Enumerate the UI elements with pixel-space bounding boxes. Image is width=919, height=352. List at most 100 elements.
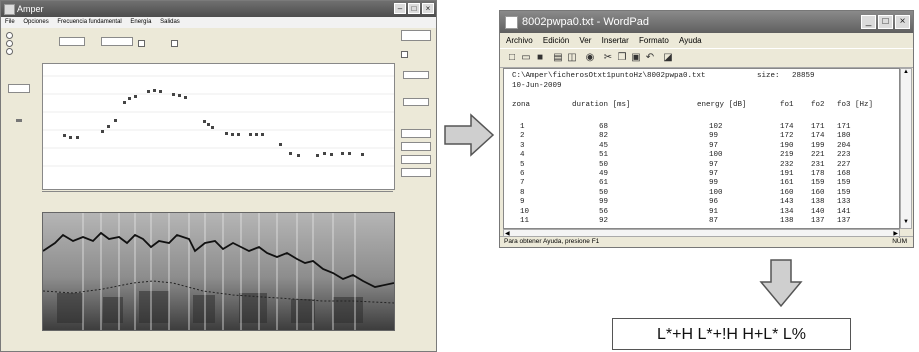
size-value: 28859 (792, 72, 815, 80)
wordpad-titlebar: 8002pwpa0.txt - WordPad _ □ × (500, 11, 913, 33)
vertical-scrollbar[interactable]: ▲ ▼ (900, 68, 912, 229)
table-cell: 174 (811, 132, 825, 141)
table-cell: 99 (599, 198, 609, 207)
amper-window: Amper – □ × File Opciones Frecuencia fun… (0, 0, 437, 352)
menu-ayuda[interactable]: Ayuda (679, 36, 702, 45)
table-cell: 4 (520, 151, 525, 160)
table-cell: 133 (837, 198, 851, 207)
radio-option[interactable] (6, 32, 13, 39)
menu-energia[interactable]: Energía (130, 19, 151, 25)
table-cell: 143 (780, 198, 794, 207)
document-area[interactable]: C:\Amper\ficherosOtxt1puntoHz\8002pwpa0.… (503, 68, 900, 229)
table-cell: 45 (599, 141, 609, 150)
open-folder-icon[interactable]: ▭ (520, 52, 532, 63)
readout-field (401, 142, 431, 151)
wordpad-menubar: Archivo Edición Ver Insertar Formato Ayu… (500, 33, 913, 48)
table-row: 11 92 87 138 137 137 (504, 217, 899, 227)
tone-transcription: L*+H L*+!H H+L* L% (612, 318, 851, 350)
table-cell: 1 (520, 123, 525, 131)
maximize-button[interactable]: □ (408, 3, 420, 14)
table-cell: 50 (599, 188, 609, 197)
close-button[interactable]: × (895, 15, 910, 29)
table-cell: 231 (811, 160, 825, 169)
file-path: C:\Amper\ficherosOtxt1puntoHz\8002pwpa0.… (512, 72, 706, 80)
print-preview-icon[interactable]: ◫ (566, 52, 578, 63)
table-cell: 7 (520, 179, 525, 188)
paste-icon[interactable]: ▣ (630, 52, 642, 63)
table-cell: 97 (709, 170, 719, 178)
table-cell: 160 (780, 188, 794, 197)
table-cell: 61 (599, 179, 609, 188)
table-cell: 102 (709, 123, 723, 131)
checkbox[interactable] (401, 51, 408, 58)
table-header: zona duration [ms] energy [dB] fo1 fo2 f… (504, 101, 899, 111)
print-icon[interactable]: ▤ (552, 52, 564, 63)
copy-icon[interactable]: ❐ (616, 52, 628, 63)
menu-opciones[interactable]: Opciones (23, 19, 48, 25)
amper-title: Amper (17, 4, 44, 14)
table-cell: 180 (837, 132, 851, 141)
table-cell: 96 (709, 198, 719, 207)
table-cell: 99 (709, 132, 719, 141)
readout-field (401, 155, 431, 164)
radio-option[interactable] (6, 40, 13, 47)
undo-icon[interactable]: ↶ (644, 52, 656, 63)
table-cell: 50 (599, 160, 609, 169)
readout-field (8, 84, 30, 93)
col-zona: zona (512, 101, 531, 109)
readout-field (401, 129, 431, 138)
menu-salidas[interactable]: Salidas (160, 19, 180, 25)
pitch-points (63, 89, 364, 157)
table-cell: 140 (811, 207, 825, 216)
table-cell: 204 (837, 141, 851, 150)
readout-field (401, 30, 431, 41)
checkbox[interactable] (138, 40, 145, 47)
cut-icon[interactable]: ✂ (602, 52, 614, 63)
menu-formato[interactable]: Formato (639, 36, 669, 45)
menu-edicion[interactable]: Edición (543, 36, 569, 45)
wordpad-title: 8002pwpa0.txt - WordPad (522, 16, 649, 28)
table-cell: 178 (811, 170, 825, 178)
table-cell: 100 (709, 188, 723, 197)
menu-file[interactable]: File (5, 19, 15, 25)
menu-ver[interactable]: Ver (579, 36, 591, 45)
minimize-button[interactable]: _ (861, 15, 876, 29)
table-cell: 174 (780, 123, 794, 131)
table-cell: 2 (520, 132, 525, 141)
amper-titlebar: Amper – □ × (1, 1, 436, 17)
maximize-button[interactable]: □ (878, 15, 893, 29)
col-fo1: fo1 (780, 101, 794, 109)
arrow-right-icon (444, 113, 495, 157)
menu-frecuencia[interactable]: Frecuencia fundamental (57, 19, 121, 25)
table-cell: 172 (780, 132, 794, 141)
table-cell: 190 (780, 141, 794, 150)
col-energy: energy [dB] (697, 101, 747, 109)
table-cell: 6 (520, 170, 525, 178)
wordpad-window: 8002pwpa0.txt - WordPad _ □ × Archivo Ed… (499, 10, 914, 248)
new-document-icon[interactable]: □ (506, 52, 518, 63)
spectrogram (42, 212, 395, 331)
scroll-up-icon[interactable]: ▲ (901, 69, 911, 78)
table-cell: 56 (599, 207, 609, 216)
table-cell: 171 (837, 123, 851, 131)
checkbox[interactable] (171, 40, 178, 47)
table-cell: 87 (709, 217, 719, 225)
table-cell: 138 (780, 217, 794, 225)
menu-archivo[interactable]: Archivo (506, 36, 533, 45)
table-cell: 3 (520, 141, 525, 150)
table-cell: 137 (837, 217, 851, 225)
table-cell: 49 (599, 170, 609, 178)
insert-object-icon[interactable]: ◪ (662, 52, 674, 63)
find-icon[interactable]: ◉ (584, 52, 596, 63)
table-cell: 232 (780, 160, 794, 169)
dropdown[interactable] (59, 37, 85, 46)
dropdown[interactable] (101, 37, 133, 46)
table-cell: 199 (811, 141, 825, 150)
save-icon[interactable]: ■ (534, 52, 546, 63)
menu-insertar[interactable]: Insertar (602, 36, 629, 45)
radio-option[interactable] (6, 48, 13, 55)
table-cell: 97 (709, 141, 719, 150)
close-button[interactable]: × (422, 3, 434, 14)
minimize-button[interactable]: – (394, 3, 406, 14)
scroll-down-icon[interactable]: ▼ (901, 219, 911, 228)
